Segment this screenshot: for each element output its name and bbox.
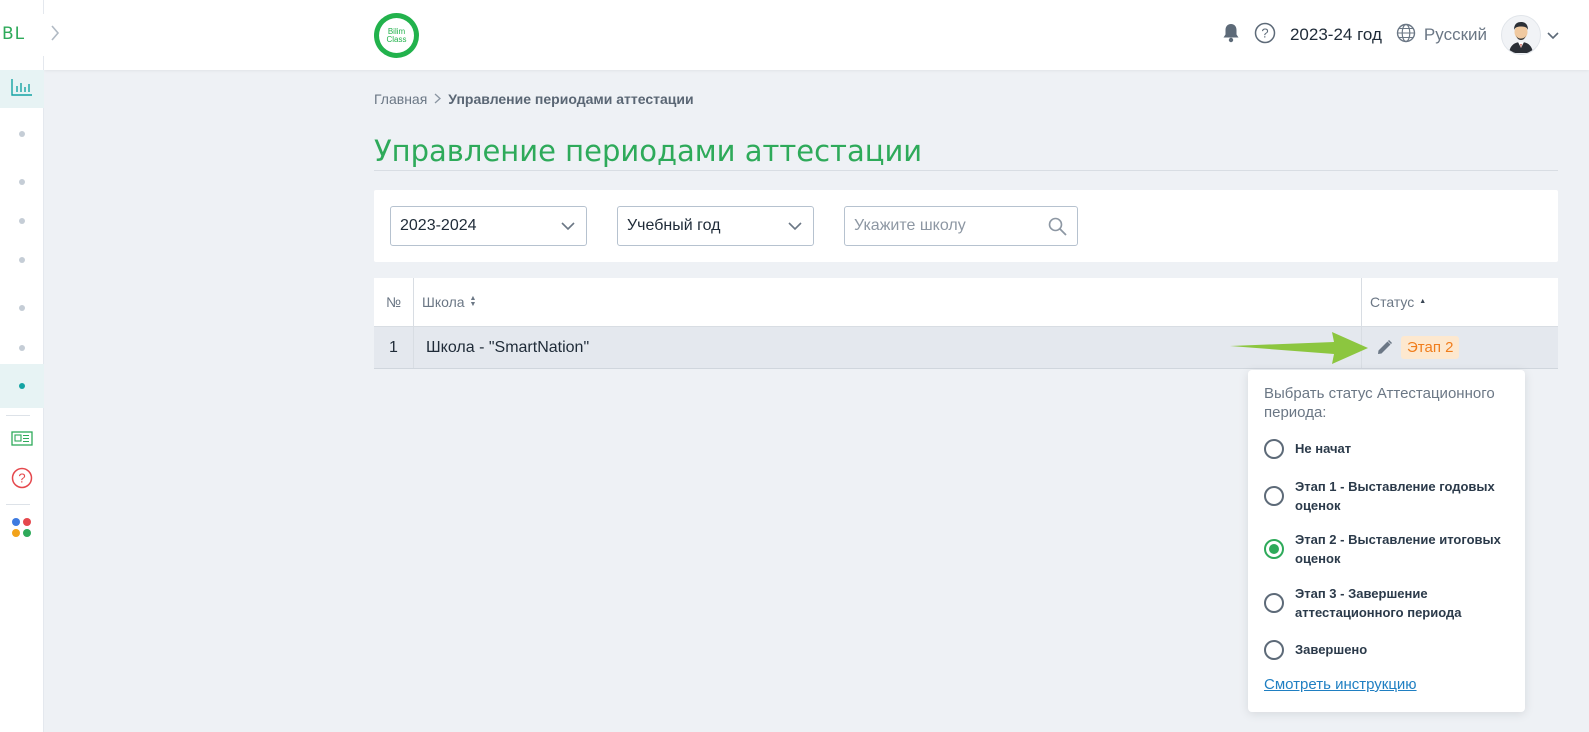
chevron-down-icon[interactable] <box>1547 28 1559 43</box>
sidebar-logo[interactable]: BL <box>0 14 44 54</box>
radio-not-started[interactable] <box>1264 439 1284 459</box>
dot-icon <box>19 218 25 224</box>
status-badge: Этап 2 <box>1401 336 1460 359</box>
option-label: Этап 2 - Выставление итоговых оценок <box>1295 532 1501 566</box>
filters-panel: 2023-2024 Учебный год <box>374 190 1558 262</box>
sidebar-divider <box>6 504 30 505</box>
header-num: № <box>374 278 414 326</box>
chevron-down-icon <box>560 218 576 239</box>
title-divider <box>374 170 1558 171</box>
period-select-value: Учебный год <box>627 217 721 234</box>
breadcrumb-current: Управление периодами аттестации <box>448 91 694 107</box>
svg-text:?: ? <box>1261 25 1268 40</box>
status-popover: Выбрать статус Аттестационного периода: … <box>1248 370 1525 712</box>
sidebar-item-6[interactable] <box>0 338 44 358</box>
logo-text: BL <box>2 24 26 44</box>
language-label: Русский <box>1423 25 1487 44</box>
dot-icon <box>19 257 25 263</box>
status-option-not-started[interactable]: Не начат <box>1264 439 1515 459</box>
status-option-stage-1[interactable]: Этап 1 - Выставление годовых оценок <box>1264 477 1515 515</box>
period-select[interactable]: Учебный год <box>617 206 814 246</box>
sidebar-item-4[interactable] <box>0 250 44 270</box>
option-label: Завершено <box>1295 642 1368 657</box>
school-search-input[interactable] <box>845 207 1035 245</box>
bell-icon[interactable] <box>1222 23 1240 48</box>
brand-text-line2: Class <box>386 34 407 44</box>
header-status[interactable]: Статус ▲ <box>1361 278 1558 326</box>
dot-icon <box>19 179 25 185</box>
search-icon[interactable] <box>1048 217 1067 241</box>
year-select-value: 2023-2024 <box>400 217 477 234</box>
apps-icon <box>11 517 33 544</box>
header-school-label: Школа <box>422 294 465 310</box>
radio-stage-1[interactable] <box>1264 486 1284 506</box>
school-search[interactable] <box>844 206 1078 246</box>
news-icon <box>11 431 33 451</box>
header-school[interactable]: Школа ▲ ▼ <box>414 278 476 326</box>
svg-text:?: ? <box>18 470 25 485</box>
brand-logo-inner: Bilim Class <box>379 18 414 53</box>
pencil-icon[interactable] <box>1376 339 1393 356</box>
dot-icon <box>19 131 25 137</box>
sidebar-item-1[interactable] <box>0 124 44 144</box>
sidebar-item-3[interactable] <box>0 211 44 231</box>
topbar-right: ? 2023-24 год Русский <box>1208 15 1559 55</box>
radio-stage-3[interactable] <box>1264 593 1284 613</box>
option-label: Этап 3 - Завершение аттестационного пери… <box>1295 586 1462 620</box>
radio-completed[interactable] <box>1264 640 1284 660</box>
chevron-right-icon <box>434 91 442 107</box>
schools-table: № Школа ▲ ▼ Статус ▲ 1 Школа - "SmartNati… <box>374 278 1558 369</box>
sidebar-item-analytics[interactable] <box>0 70 44 108</box>
sidebar-item-2[interactable] <box>0 172 44 192</box>
help-circle-icon: ? <box>11 467 33 494</box>
bar-chart-icon <box>11 78 33 101</box>
avatar[interactable] <box>1501 15 1541 55</box>
sort-asc-icon: ▲ <box>1419 298 1427 305</box>
sidebar-item-help[interactable]: ? <box>0 467 44 494</box>
row-status: Этап 2 <box>1361 327 1558 368</box>
popover-title: Выбрать статус Аттестационного периода: <box>1264 385 1495 421</box>
header-status-label: Статус <box>1370 294 1415 310</box>
status-option-stage-3[interactable]: Этап 3 - Завершение аттестационного пери… <box>1264 584 1515 622</box>
sidebar-item-news[interactable] <box>0 430 44 452</box>
top-bar: Bilim Class ? 2023-24 год Русский <box>44 0 1589 70</box>
row-num: 1 <box>374 327 414 368</box>
sidebar: BL ? <box>0 0 44 732</box>
sidebar-item-apps[interactable] <box>0 517 44 543</box>
status-option-completed[interactable]: Завершено <box>1264 640 1515 660</box>
brand-logo[interactable]: Bilim Class <box>374 13 419 58</box>
option-label: Не начат <box>1295 441 1352 456</box>
help-icon[interactable]: ? <box>1254 22 1276 49</box>
radio-stage-2[interactable] <box>1264 539 1284 559</box>
instruction-link[interactable]: Смотреть инструкцию <box>1264 676 1417 693</box>
dot-icon <box>19 383 25 389</box>
sort-icon: ▲ ▼ <box>469 295 477 308</box>
chevron-down-icon <box>787 218 803 239</box>
page-title: Управление периодами аттестации <box>374 134 923 168</box>
dot-icon <box>19 305 25 311</box>
option-label: Этап 1 - Выставление годовых оценок <box>1295 479 1495 513</box>
sidebar-divider <box>6 415 30 416</box>
table-header: № Школа ▲ ▼ Статус ▲ <box>374 278 1558 327</box>
table-row[interactable]: 1 Школа - "SmartNation" Этап 2 <box>374 327 1558 369</box>
dot-icon <box>19 345 25 351</box>
row-school-name: Школа - "SmartNation" <box>426 338 590 356</box>
globe-icon <box>1396 23 1416 48</box>
annotation-arrow <box>1230 332 1368 364</box>
language-selector[interactable]: Русский <box>1396 23 1487 48</box>
breadcrumb-home-link[interactable]: Главная <box>374 91 427 107</box>
year-select[interactable]: 2023-2024 <box>390 206 587 246</box>
sidebar-item-active[interactable] <box>0 364 44 408</box>
status-option-stage-2[interactable]: Этап 2 - Выставление итоговых оценок <box>1264 530 1515 568</box>
chevron-right-icon <box>50 24 60 46</box>
breadcrumb: Главная Управление периодами аттестации <box>374 91 694 107</box>
sidebar-item-5[interactable] <box>0 298 44 318</box>
academic-year-label[interactable]: 2023-24 год <box>1290 25 1382 45</box>
